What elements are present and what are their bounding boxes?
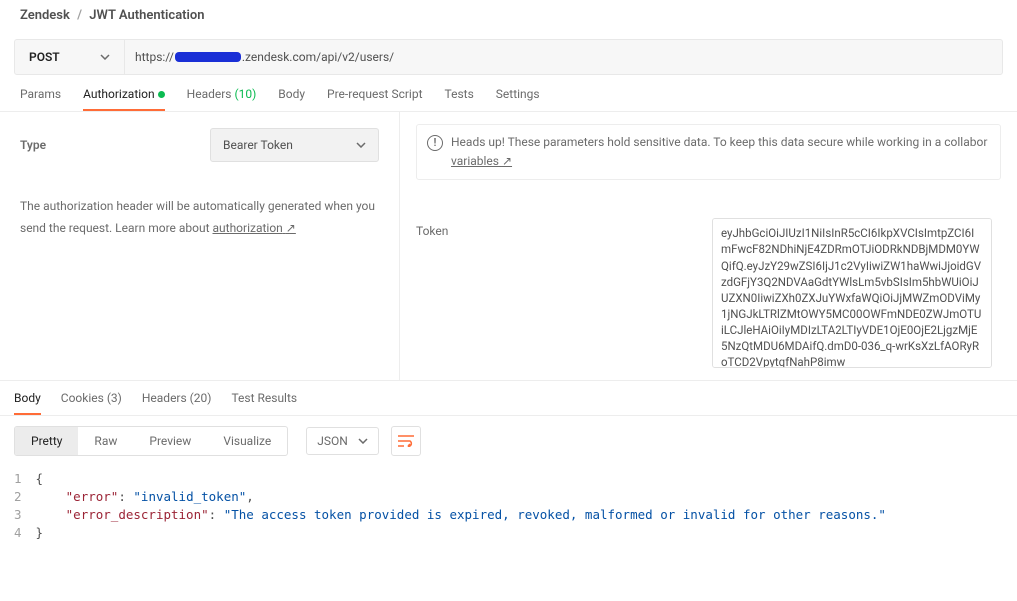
url-input[interactable]: https://.zendesk.com/api/v2/users/ <box>125 40 1002 74</box>
auth-indicator-dot <box>158 91 165 98</box>
redacted-subdomain <box>175 52 241 62</box>
tab-headers[interactable]: Headers (10) <box>187 87 257 111</box>
line-gutter: 1234 <box>14 470 36 542</box>
breadcrumb: Zendesk / JWT Authentication <box>0 0 1017 31</box>
variables-link[interactable]: variables ↗ <box>451 154 512 168</box>
auth-right-column: ! Heads up! These parameters hold sensit… <box>400 112 1017 380</box>
response-body-code[interactable]: 1234 { "error": "invalid_token", "error_… <box>0 466 1017 546</box>
response-tabs: Body Cookies (3) Headers (20) Test Resul… <box>0 380 1017 416</box>
breadcrumb-current: JWT Authentication <box>89 8 204 23</box>
resp-tab-test-results[interactable]: Test Results <box>231 391 297 415</box>
chevron-down-icon <box>358 438 368 444</box>
view-raw-button[interactable]: Raw <box>78 427 133 455</box>
resp-tab-cookies[interactable]: Cookies (3) <box>61 391 122 415</box>
token-input[interactable] <box>712 218 992 368</box>
breadcrumb-parent[interactable]: Zendesk <box>20 8 70 23</box>
tab-tests[interactable]: Tests <box>445 87 474 111</box>
method-select[interactable]: POST <box>15 40 125 74</box>
auth-type-select[interactable]: Bearer Token <box>210 128 379 162</box>
wrap-lines-button[interactable] <box>391 426 421 456</box>
view-visualize-button[interactable]: Visualize <box>207 427 287 455</box>
resp-tab-headers[interactable]: Headers (20) <box>142 391 212 415</box>
auth-help-text: The authorization header will be automat… <box>20 196 379 239</box>
token-label: Token <box>416 218 696 368</box>
chevron-down-icon[interactable] <box>100 54 110 60</box>
auth-left-column: Type Bearer Token The authorization head… <box>0 112 400 380</box>
tab-params[interactable]: Params <box>20 87 61 111</box>
method-value: POST <box>29 50 60 64</box>
headsup-banner: ! Heads up! These parameters hold sensit… <box>416 124 1001 180</box>
authorization-panel: Type Bearer Token The authorization head… <box>0 112 1017 380</box>
auth-type-label: Type <box>20 138 210 152</box>
request-row: POST https://.zendesk.com/api/v2/users/ <box>14 39 1003 75</box>
resp-tab-body[interactable]: Body <box>14 391 41 415</box>
code-lines: { "error": "invalid_token", "error_descr… <box>36 470 886 542</box>
authorization-doc-link[interactable]: authorization ↗ <box>213 221 296 235</box>
tab-prerequest[interactable]: Pre-request Script <box>327 87 422 111</box>
info-icon: ! <box>427 135 443 151</box>
tab-body[interactable]: Body <box>278 87 305 111</box>
auth-type-value: Bearer Token <box>223 138 293 152</box>
response-view-row: Pretty Raw Preview Visualize JSON <box>0 416 1017 466</box>
chevron-down-icon[interactable] <box>356 142 366 148</box>
body-format-select[interactable]: JSON <box>306 427 379 455</box>
request-tabs: Params Authorization Headers (10) Body P… <box>0 75 1017 112</box>
breadcrumb-sep: / <box>77 8 82 23</box>
view-mode-buttons: Pretty Raw Preview Visualize <box>14 426 288 456</box>
view-preview-button[interactable]: Preview <box>133 427 207 455</box>
tab-authorization[interactable]: Authorization <box>83 87 165 111</box>
tab-settings[interactable]: Settings <box>496 87 540 111</box>
view-pretty-button[interactable]: Pretty <box>15 427 78 455</box>
